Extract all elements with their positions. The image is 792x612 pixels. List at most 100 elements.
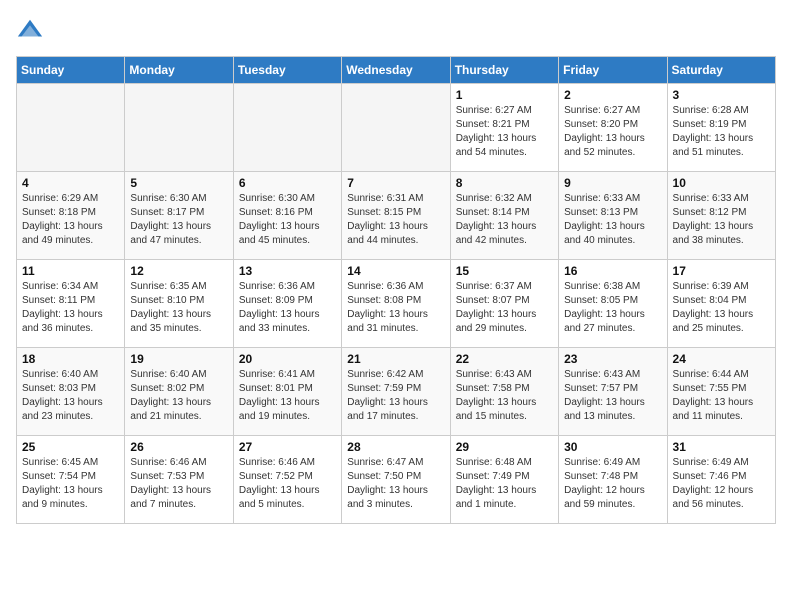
- calendar-cell: 1 Sunrise: 6:27 AM Sunset: 8:21 PM Daylig…: [450, 84, 558, 172]
- page-header: [16, 16, 776, 44]
- day-info: Sunrise: 6:42 AM Sunset: 7:59 PM Dayligh…: [347, 368, 444, 424]
- day-info: Sunrise: 6:33 AM Sunset: 8:13 PM Dayligh…: [564, 192, 661, 248]
- calendar-cell: 14 Sunrise: 6:36 AM Sunset: 8:08 PM Dayli…: [342, 260, 450, 348]
- day-info: Sunrise: 6:41 AM Sunset: 8:01 PM Dayligh…: [239, 368, 336, 424]
- week-row-3: 11 Sunrise: 6:34 AM Sunset: 8:11 PM Dayli…: [17, 260, 776, 348]
- logo: [16, 16, 48, 44]
- day-number: 30: [564, 440, 661, 454]
- day-number: 11: [22, 264, 119, 278]
- day-number: 27: [239, 440, 336, 454]
- calendar-cell: [233, 84, 341, 172]
- weekday-header-friday: Friday: [559, 57, 667, 84]
- calendar-cell: 18 Sunrise: 6:40 AM Sunset: 8:03 PM Dayli…: [17, 348, 125, 436]
- day-info: Sunrise: 6:44 AM Sunset: 7:55 PM Dayligh…: [673, 368, 770, 424]
- day-number: 5: [130, 176, 227, 190]
- day-number: 17: [673, 264, 770, 278]
- calendar-cell: 17Sunrise: 6:39 AM Sunset: 8:04 PM Dayli…: [667, 260, 775, 348]
- day-number: 18: [22, 352, 119, 366]
- weekday-header-sunday: Sunday: [17, 57, 125, 84]
- day-info: Sunrise: 6:40 AM Sunset: 8:03 PM Dayligh…: [22, 368, 119, 424]
- day-number: 23: [564, 352, 661, 366]
- calendar-cell: 25 Sunrise: 6:45 AM Sunset: 7:54 PM Dayli…: [17, 436, 125, 524]
- weekday-header-thursday: Thursday: [450, 57, 558, 84]
- weekday-header-wednesday: Wednesday: [342, 57, 450, 84]
- day-number: 25: [22, 440, 119, 454]
- day-info: Sunrise: 6:49 AM Sunset: 7:48 PM Dayligh…: [564, 456, 661, 512]
- day-info: Sunrise: 6:46 AM Sunset: 7:53 PM Dayligh…: [130, 456, 227, 512]
- calendar-cell: 12 Sunrise: 6:35 AM Sunset: 8:10 PM Dayli…: [125, 260, 233, 348]
- weekday-header-saturday: Saturday: [667, 57, 775, 84]
- calendar-cell: 13Sunrise: 6:36 AM Sunset: 8:09 PM Dayli…: [233, 260, 341, 348]
- day-info: Sunrise: 6:32 AM Sunset: 8:14 PM Dayligh…: [456, 192, 553, 248]
- day-number: 8: [456, 176, 553, 190]
- day-number: 20: [239, 352, 336, 366]
- calendar-cell: 20 Sunrise: 6:41 AM Sunset: 8:01 PM Dayli…: [233, 348, 341, 436]
- day-info: Sunrise: 6:35 AM Sunset: 8:10 PM Dayligh…: [130, 280, 227, 336]
- calendar-cell: 22 Sunrise: 6:43 AM Sunset: 7:58 PM Dayli…: [450, 348, 558, 436]
- day-number: 19: [130, 352, 227, 366]
- weekday-header-monday: Monday: [125, 57, 233, 84]
- day-number: 2: [564, 88, 661, 102]
- day-number: 21: [347, 352, 444, 366]
- weekday-header-row: SundayMondayTuesdayWednesdayThursdayFrid…: [17, 57, 776, 84]
- calendar-cell: 4 Sunrise: 6:29 AM Sunset: 8:18 PM Daylig…: [17, 172, 125, 260]
- day-info: Sunrise: 6:37 AM Sunset: 8:07 PM Dayligh…: [456, 280, 553, 336]
- day-number: 10: [673, 176, 770, 190]
- calendar-cell: 29 Sunrise: 6:48 AM Sunset: 7:49 PM Dayli…: [450, 436, 558, 524]
- calendar-cell: 16Sunrise: 6:38 AM Sunset: 8:05 PM Dayli…: [559, 260, 667, 348]
- calendar-cell: 23Sunrise: 6:43 AM Sunset: 7:57 PM Dayli…: [559, 348, 667, 436]
- day-number: 31: [673, 440, 770, 454]
- calendar-cell: 9 Sunrise: 6:33 AM Sunset: 8:13 PM Daylig…: [559, 172, 667, 260]
- day-number: 24: [673, 352, 770, 366]
- day-info: Sunrise: 6:45 AM Sunset: 7:54 PM Dayligh…: [22, 456, 119, 512]
- day-info: Sunrise: 6:28 AM Sunset: 8:19 PM Dayligh…: [673, 104, 770, 160]
- calendar-table: SundayMondayTuesdayWednesdayThursdayFrid…: [16, 56, 776, 524]
- day-info: Sunrise: 6:36 AM Sunset: 8:08 PM Dayligh…: [347, 280, 444, 336]
- calendar-cell: 21 Sunrise: 6:42 AM Sunset: 7:59 PM Dayli…: [342, 348, 450, 436]
- day-number: 9: [564, 176, 661, 190]
- calendar-cell: 19Sunrise: 6:40 AM Sunset: 8:02 PM Dayli…: [125, 348, 233, 436]
- day-number: 28: [347, 440, 444, 454]
- day-number: 1: [456, 88, 553, 102]
- calendar-cell: 6Sunrise: 6:30 AM Sunset: 8:16 PM Daylig…: [233, 172, 341, 260]
- calendar-cell: 8 Sunrise: 6:32 AM Sunset: 8:14 PM Daylig…: [450, 172, 558, 260]
- day-info: Sunrise: 6:33 AM Sunset: 8:12 PM Dayligh…: [673, 192, 770, 248]
- calendar-cell: 28 Sunrise: 6:47 AM Sunset: 7:50 PM Dayli…: [342, 436, 450, 524]
- day-number: 12: [130, 264, 227, 278]
- day-number: 29: [456, 440, 553, 454]
- day-info: Sunrise: 6:29 AM Sunset: 8:18 PM Dayligh…: [22, 192, 119, 248]
- day-number: 16: [564, 264, 661, 278]
- week-row-2: 4 Sunrise: 6:29 AM Sunset: 8:18 PM Daylig…: [17, 172, 776, 260]
- day-info: Sunrise: 6:47 AM Sunset: 7:50 PM Dayligh…: [347, 456, 444, 512]
- logo-icon: [16, 16, 44, 44]
- week-row-5: 25 Sunrise: 6:45 AM Sunset: 7:54 PM Dayli…: [17, 436, 776, 524]
- calendar-cell: 2Sunrise: 6:27 AM Sunset: 8:20 PM Daylig…: [559, 84, 667, 172]
- calendar-cell: 27 Sunrise: 6:46 AM Sunset: 7:52 PM Dayli…: [233, 436, 341, 524]
- calendar-cell: 15 Sunrise: 6:37 AM Sunset: 8:07 PM Dayli…: [450, 260, 558, 348]
- day-info: Sunrise: 6:30 AM Sunset: 8:17 PM Dayligh…: [130, 192, 227, 248]
- day-number: 4: [22, 176, 119, 190]
- weekday-header-tuesday: Tuesday: [233, 57, 341, 84]
- day-info: Sunrise: 6:46 AM Sunset: 7:52 PM Dayligh…: [239, 456, 336, 512]
- day-info: Sunrise: 6:31 AM Sunset: 8:15 PM Dayligh…: [347, 192, 444, 248]
- calendar-cell: 24 Sunrise: 6:44 AM Sunset: 7:55 PM Dayli…: [667, 348, 775, 436]
- day-info: Sunrise: 6:43 AM Sunset: 7:58 PM Dayligh…: [456, 368, 553, 424]
- day-number: 14: [347, 264, 444, 278]
- day-number: 13: [239, 264, 336, 278]
- day-number: 26: [130, 440, 227, 454]
- week-row-4: 18 Sunrise: 6:40 AM Sunset: 8:03 PM Dayli…: [17, 348, 776, 436]
- calendar-cell: 26 Sunrise: 6:46 AM Sunset: 7:53 PM Dayli…: [125, 436, 233, 524]
- calendar-cell: 11 Sunrise: 6:34 AM Sunset: 8:11 PM Dayli…: [17, 260, 125, 348]
- day-info: Sunrise: 6:48 AM Sunset: 7:49 PM Dayligh…: [456, 456, 553, 512]
- day-number: 15: [456, 264, 553, 278]
- day-number: 3: [673, 88, 770, 102]
- calendar-cell: [125, 84, 233, 172]
- calendar-cell: 7Sunrise: 6:31 AM Sunset: 8:15 PM Daylig…: [342, 172, 450, 260]
- day-number: 6: [239, 176, 336, 190]
- calendar-cell: [17, 84, 125, 172]
- calendar-cell: 10 Sunrise: 6:33 AM Sunset: 8:12 PM Dayli…: [667, 172, 775, 260]
- day-info: Sunrise: 6:27 AM Sunset: 8:21 PM Dayligh…: [456, 104, 553, 160]
- calendar-cell: 31Sunrise: 6:49 AM Sunset: 7:46 PM Dayli…: [667, 436, 775, 524]
- day-number: 22: [456, 352, 553, 366]
- day-info: Sunrise: 6:34 AM Sunset: 8:11 PM Dayligh…: [22, 280, 119, 336]
